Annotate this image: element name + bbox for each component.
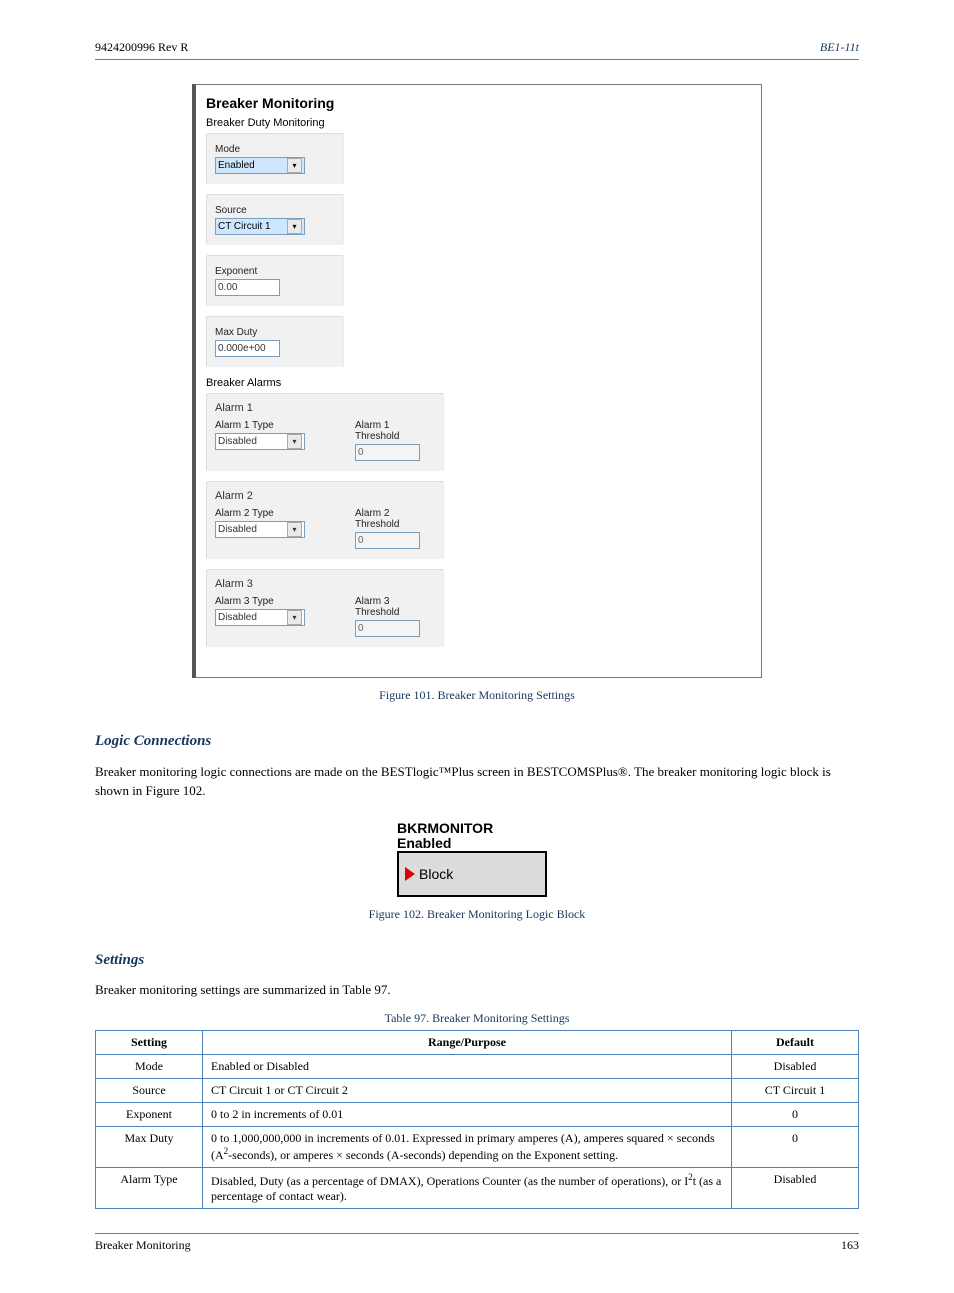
cell-setting: Source: [96, 1079, 203, 1103]
alarm-type-label: Alarm 1 Type: [215, 420, 305, 431]
panel-title: Breaker Monitoring: [206, 95, 751, 111]
logic-block-title1: BKRMONITOR: [397, 821, 557, 836]
chevron-down-icon: ▾: [287, 434, 302, 449]
th-range: Range/Purpose: [203, 1031, 732, 1055]
table-caption-97: Table 97. Breaker Monitoring Settings: [95, 1011, 859, 1026]
table-row: Source CT Circuit 1 or CT Circuit 2 CT C…: [96, 1079, 859, 1103]
footer-rule: [95, 1233, 859, 1234]
exponent-value: 0.00: [218, 282, 237, 293]
page-header: 9424200996 Rev R BE1-11t: [95, 40, 859, 55]
duty-monitoring-title: Breaker Duty Monitoring: [206, 117, 751, 129]
alarm-thresh-value: 0: [358, 535, 364, 546]
source-value: CT Circuit 1: [218, 221, 271, 232]
chevron-down-icon: ▾: [287, 219, 302, 234]
alarm-thresh-input[interactable]: 0: [355, 620, 420, 637]
alarm-name: Alarm 1: [215, 402, 435, 414]
settings-intro-text: Breaker monitoring settings are summariz…: [95, 982, 859, 998]
alarm-type-select[interactable]: Disabled ▾: [215, 521, 305, 538]
alarm-group: Alarm 3 Alarm 3 Type Disabled ▾ Alarm 3 …: [206, 569, 444, 647]
alarm-type-value: Disabled: [218, 612, 257, 623]
breaker-alarms-title: Breaker Alarms: [206, 377, 751, 389]
logic-block-figure: BKRMONITOR Enabled Block: [95, 821, 859, 898]
alarm-type-label: Alarm 3 Type: [215, 596, 305, 607]
source-label: Source: [215, 205, 335, 216]
logic-block-box: Block: [397, 851, 547, 897]
header-left: 9424200996 Rev R: [95, 40, 188, 55]
cell-setting: Mode: [96, 1055, 203, 1079]
mode-group: Mode Enabled ▾: [206, 133, 344, 184]
alarm-thresh-label: Alarm 3 Threshold: [355, 596, 435, 618]
cell-setting: Exponent: [96, 1103, 203, 1127]
footer-right: 163: [841, 1238, 859, 1253]
max-duty-group: Max Duty 0.000e+00: [206, 316, 344, 367]
alarm-type-value: Disabled: [218, 524, 257, 535]
table-row: Max Duty 0 to 1,000,000,000 in increment…: [96, 1127, 859, 1168]
max-duty-value: 0.000e+00: [218, 343, 266, 354]
source-group: Source CT Circuit 1 ▾: [206, 194, 344, 245]
alarm-type-select[interactable]: Disabled ▾: [215, 433, 305, 450]
cell-default: Disabled: [732, 1168, 859, 1209]
table-row: Mode Enabled or Disabled Disabled: [96, 1055, 859, 1079]
table-row: Exponent 0 to 2 in increments of 0.01 0: [96, 1103, 859, 1127]
table-row: Alarm Type Disabled, Duty (as a percenta…: [96, 1168, 859, 1209]
cell-default: 0: [732, 1127, 859, 1168]
alarm-thresh-value: 0: [358, 623, 364, 634]
exponent-group: Exponent 0.00: [206, 255, 344, 306]
alarm-thresh-label: Alarm 2 Threshold: [355, 508, 435, 530]
logic-block-title2: Enabled: [397, 836, 557, 851]
max-duty-input[interactable]: 0.000e+00: [215, 340, 280, 357]
alarm-name: Alarm 3: [215, 578, 435, 590]
th-default: Default: [732, 1031, 859, 1055]
exponent-label: Exponent: [215, 266, 335, 277]
cell-default: Disabled: [732, 1055, 859, 1079]
alarm-thresh-input[interactable]: 0: [355, 444, 420, 461]
chevron-down-icon: ▾: [287, 522, 302, 537]
cell-desc: Disabled, Duty (as a percentage of DMAX)…: [203, 1168, 732, 1209]
cell-desc: Enabled or Disabled: [203, 1055, 732, 1079]
settings-heading: Settings: [95, 952, 859, 969]
cell-desc: 0 to 2 in increments of 0.01: [203, 1103, 732, 1127]
cell-default: CT Circuit 1: [732, 1079, 859, 1103]
chevron-down-icon: ▾: [287, 610, 302, 625]
source-select[interactable]: CT Circuit 1 ▾: [215, 218, 305, 235]
th-setting: Setting: [96, 1031, 203, 1055]
max-duty-label: Max Duty: [215, 327, 335, 338]
breaker-monitoring-panel: Breaker Monitoring Breaker Duty Monitori…: [192, 84, 762, 678]
alarm-group: Alarm 2 Alarm 2 Type Disabled ▾ Alarm 2 …: [206, 481, 444, 559]
cell-setting: Alarm Type: [96, 1168, 203, 1209]
cell-desc: 0 to 1,000,000,000 in increments of 0.01…: [203, 1127, 732, 1168]
figure-caption-101: Figure 101. Breaker Monitoring Settings: [95, 688, 859, 703]
cell-default: 0: [732, 1103, 859, 1127]
page-footer: Breaker Monitoring 163: [95, 1238, 859, 1253]
cell-desc: CT Circuit 1 or CT Circuit 2: [203, 1079, 732, 1103]
triangle-input-icon: [405, 867, 415, 881]
alarm-thresh-value: 0: [358, 447, 364, 458]
alarm-name: Alarm 2: [215, 490, 435, 502]
alarm-group: Alarm 1 Alarm 1 Type Disabled ▾ Alarm 1 …: [206, 393, 444, 471]
header-rule: [95, 59, 859, 60]
alarm-thresh-input[interactable]: 0: [355, 532, 420, 549]
logic-block-input-label: Block: [419, 866, 453, 882]
alarm-type-label: Alarm 2 Type: [215, 508, 305, 519]
header-right: BE1-11t: [820, 40, 859, 55]
chevron-down-icon: ▾: [287, 158, 302, 173]
mode-label: Mode: [215, 144, 335, 155]
alarm-thresh-label: Alarm 1 Threshold: [355, 420, 435, 442]
figure-caption-102: Figure 102. Breaker Monitoring Logic Blo…: [95, 907, 859, 922]
exponent-input[interactable]: 0.00: [215, 279, 280, 296]
logic-connections-heading: Logic Connections: [95, 733, 859, 750]
settings-table: Setting Range/Purpose Default Mode Enabl…: [95, 1030, 859, 1209]
alarm-type-value: Disabled: [218, 436, 257, 447]
alarm-type-select[interactable]: Disabled ▾: [215, 609, 305, 626]
mode-select[interactable]: Enabled ▾: [215, 157, 305, 174]
cell-setting: Max Duty: [96, 1127, 203, 1168]
logic-intro-text: Breaker monitoring logic connections are…: [95, 763, 859, 801]
footer-left: Breaker Monitoring: [95, 1238, 191, 1253]
mode-value: Enabled: [218, 160, 255, 171]
